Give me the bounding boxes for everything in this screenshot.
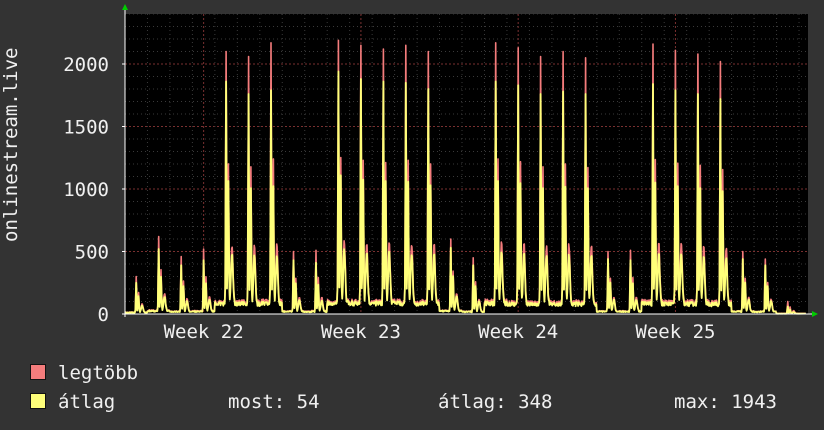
x-tick-labels: Week 22 Week 23 Week 24 Week 25: [164, 321, 716, 343]
legend-item-max: legtöbb: [30, 362, 138, 384]
y-axis-label: onlinestream.live: [0, 47, 22, 242]
y-tick-label: 0: [98, 304, 109, 326]
stat-average: átlag: 348: [438, 391, 553, 413]
x-axis-arrow: [812, 311, 818, 317]
y-tick-label: 1000: [63, 179, 109, 201]
y-axis-arrow: [122, 4, 128, 10]
y-tick-label: 2000: [63, 54, 109, 76]
stat-now: most: 54: [228, 391, 320, 413]
legend-item-avg: átlag: [30, 391, 115, 413]
y-tick-label: 1500: [63, 117, 109, 139]
x-tick-label: Week 23: [321, 321, 401, 343]
legend-swatch-max: [30, 364, 46, 380]
x-tick-label: Week 22: [164, 321, 244, 343]
legend-label-avg: átlag: [58, 391, 116, 413]
y-tick-labels: 0 500 1000 1500 2000: [63, 54, 109, 326]
stat-max: max: 1943: [674, 391, 777, 413]
legend-swatch-avg: [30, 393, 46, 409]
legend-label-max: legtöbb: [58, 362, 139, 384]
y-tick-label: 500: [75, 242, 109, 264]
x-tick-label: Week 25: [635, 321, 715, 343]
x-tick-label: Week 24: [478, 321, 558, 343]
